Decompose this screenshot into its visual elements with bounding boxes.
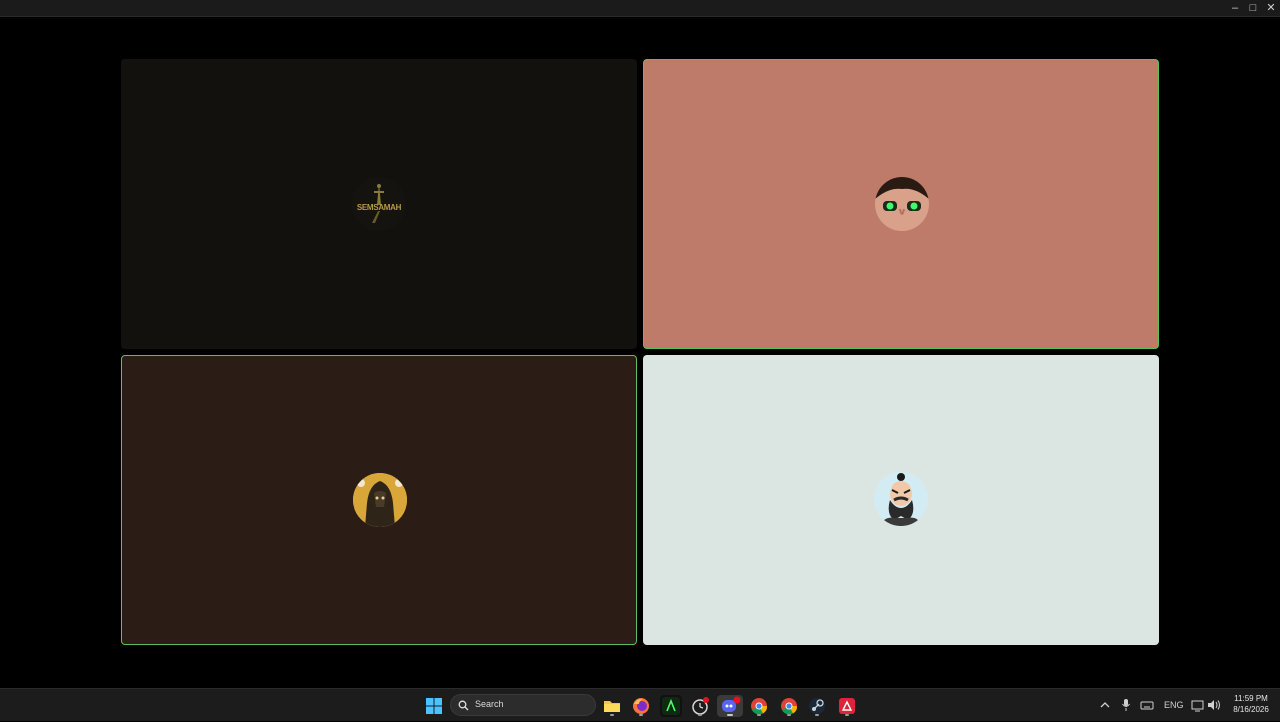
steam-icon[interactable] <box>806 695 828 717</box>
participant-tile-2[interactable] <box>643 59 1159 349</box>
volume-icon[interactable] <box>1207 697 1221 718</box>
file-explorer-icon[interactable] <box>601 695 623 717</box>
discord-icon[interactable] <box>717 695 743 717</box>
participant-tile-4[interactable] <box>643 355 1159 645</box>
chrome-icon[interactable] <box>778 695 800 717</box>
semsamah-logo-text: SEMSAMAH <box>356 203 402 212</box>
red-app-icon[interactable] <box>836 695 858 717</box>
semsamah-dagger-logo: SEMSAMAH <box>352 177 406 231</box>
network-icon[interactable] <box>1191 697 1205 718</box>
windows-start-icon[interactable] <box>423 695 445 717</box>
firefox-icon[interactable] <box>630 695 652 717</box>
participant-tile-1[interactable]: SEMSAMAH <box>121 59 637 349</box>
window-title-bar: – □ ✕ <box>0 0 1280 17</box>
search-icon <box>458 700 469 711</box>
close-button[interactable]: ✕ <box>1260 0 1280 16</box>
clock-date: 8/16/2026 <box>1233 705 1269 714</box>
language-indicator[interactable]: ENG <box>1164 697 1184 713</box>
participant-tile-3[interactable] <box>121 355 637 645</box>
keyboard-icon[interactable] <box>1140 697 1154 718</box>
clock-app-icon[interactable] <box>689 695 711 717</box>
chrome-icon[interactable] <box>748 695 770 717</box>
bearded-man-cartoon-icon <box>874 472 928 526</box>
taskbar-clock[interactable]: 11:59 PM 8/16/2026 <box>1226 693 1276 715</box>
taskbar-search-box[interactable]: Search <box>450 694 596 716</box>
warrior-portrait-icon <box>353 473 407 527</box>
chevron-up-icon[interactable] <box>1100 697 1110 718</box>
terminal-app-icon[interactable] <box>660 695 682 717</box>
clock-time: 11:59 PM <box>1234 694 1268 703</box>
search-label: Search <box>475 699 504 709</box>
microphone-icon[interactable] <box>1121 697 1131 718</box>
taskbar: Search ENG 11:59 PM 8/16/2026 <box>0 688 1280 721</box>
face-green-eyes-icon <box>875 177 929 231</box>
